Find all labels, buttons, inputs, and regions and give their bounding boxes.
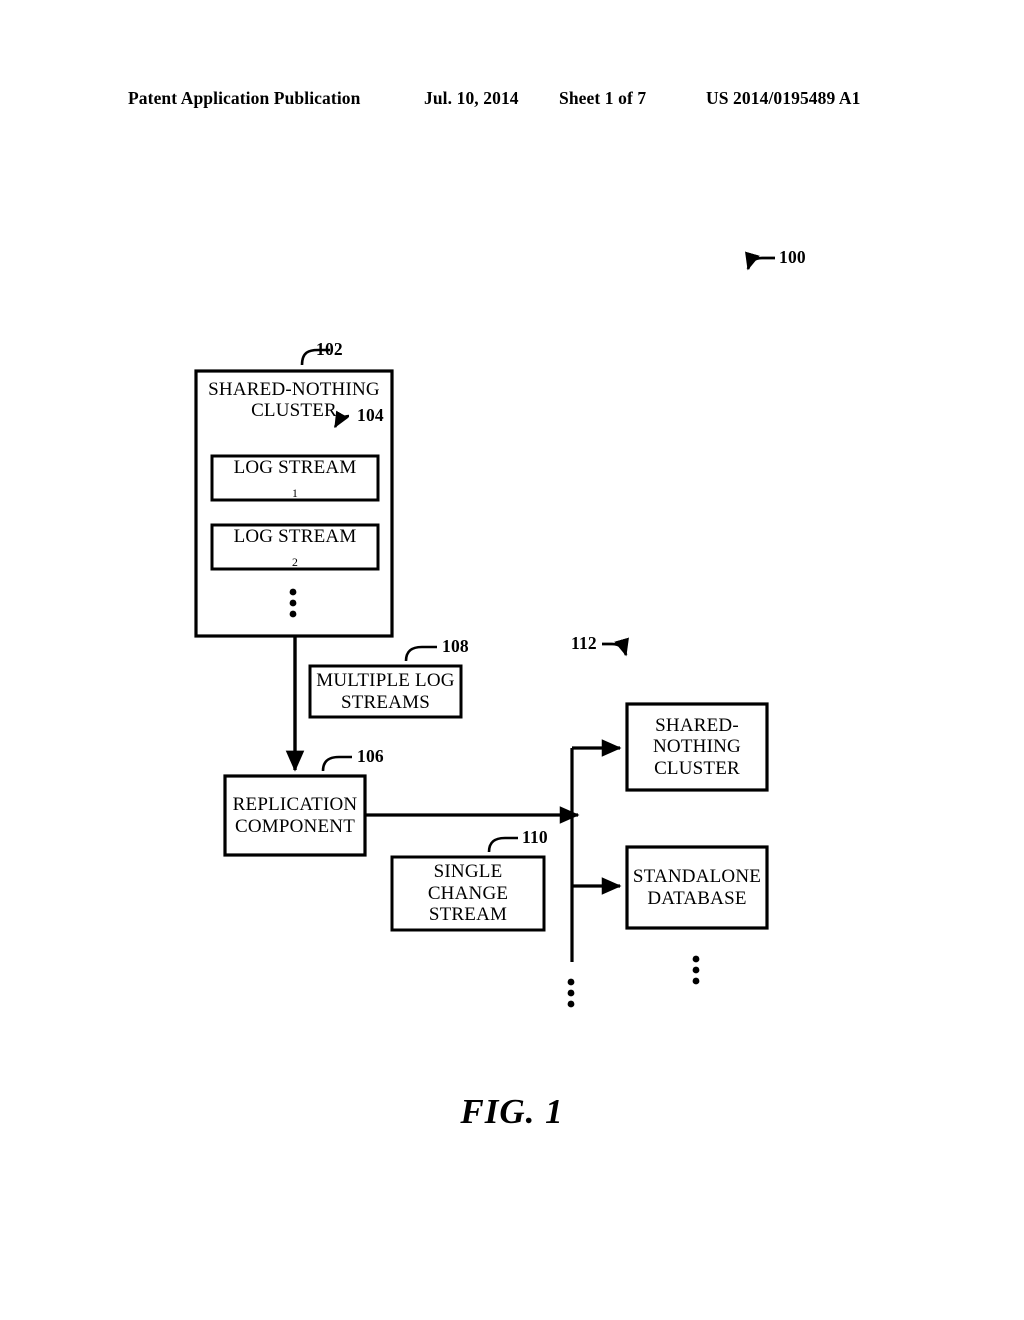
- multiple-log-streams-box: [308, 664, 463, 719]
- ref-numeral-104: 104: [357, 405, 384, 425]
- ref-numeral-102: 102: [316, 339, 343, 359]
- bus-ellipsis-icon: [567, 978, 575, 1008]
- ref-108-leader: [404, 645, 437, 662]
- targets-ellipsis-icon: [692, 955, 700, 985]
- ref-100-leader: [745, 251, 775, 271]
- ref-numeral-108: 108: [442, 636, 469, 656]
- patent-figure: SHARED-NOTHING CLUSTER LOG STREAM 1 LOG S…: [0, 0, 1024, 1320]
- target-cluster-box: [625, 702, 769, 792]
- log-stream-2-box: [210, 523, 380, 571]
- ref-numeral-112: 112: [571, 633, 597, 653]
- ref-numeral-100: 100: [779, 247, 806, 267]
- ref-104-leader: [333, 410, 350, 429]
- ref-110-leader: [487, 836, 518, 853]
- ref-numeral-106: 106: [357, 746, 384, 766]
- single-change-stream-box: [390, 855, 546, 932]
- log-stream-1-box: [210, 454, 380, 502]
- standalone-database-box: [625, 845, 769, 930]
- replication-component-box: [223, 774, 367, 857]
- ref-106-leader: [321, 755, 352, 772]
- source-cluster-ellipsis-icon: [289, 588, 297, 618]
- figure-caption: FIG. 1: [460, 1092, 564, 1131]
- ref-numeral-110: 110: [522, 827, 548, 847]
- ref-112-leader: [602, 637, 629, 657]
